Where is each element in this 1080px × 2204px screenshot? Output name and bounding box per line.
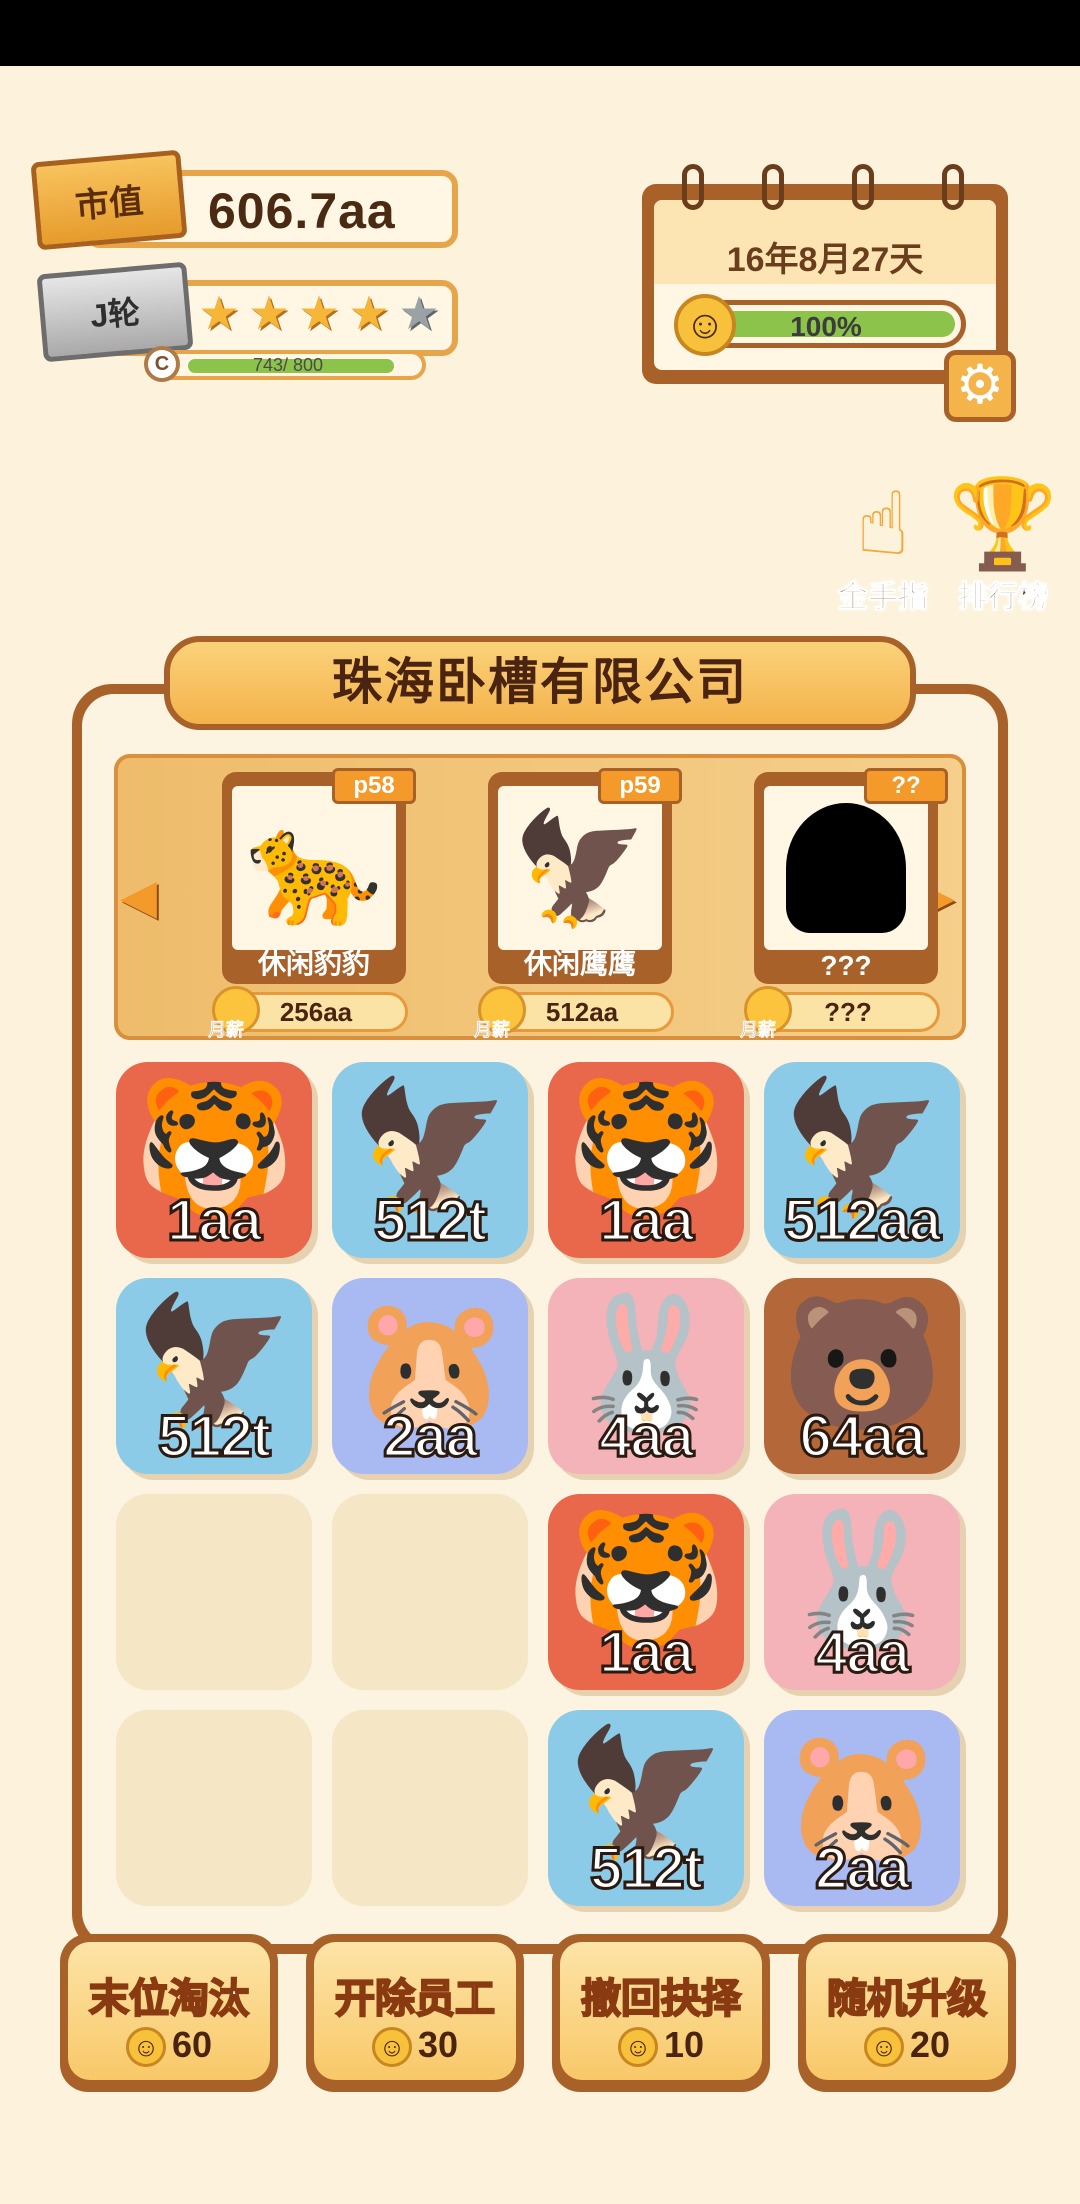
employee-tile[interactable]: 🐯 1aa [116,1062,312,1258]
employee-tile[interactable]: 🐯 1aa [548,1062,744,1258]
empty-slot[interactable] [116,1494,312,1690]
action-button[interactable]: 末位淘汰 ☺ 60 [60,1934,278,2092]
salary-label: 月薪 [208,1020,245,1041]
employee-card-name: ??? [820,950,872,981]
action-button-label: 末位淘汰 [88,1976,250,2022]
employee-tile-value: 1aa [598,1619,696,1687]
calendar-ring-icon [852,164,874,210]
leaderboard-label: 排行榜 [958,581,1049,615]
empty-slot[interactable] [332,1710,528,1906]
employee-tile[interactable]: 🦅 512t [116,1278,312,1474]
star-filled-icon: ★ [298,287,340,339]
employee-card-tag: p59 [598,768,682,804]
smile-face-icon: ☺ [674,294,736,356]
star-filled-icon: ★ [248,287,290,339]
action-button[interactable]: 随机升级 ☺ 20 [798,1934,1016,2092]
market-value: 606.7aa [208,183,396,239]
employee-tile[interactable]: 🐻 64aa [764,1278,960,1474]
employee-tile-value: 512t [372,1187,488,1255]
employee-card-tag: p58 [332,768,416,804]
salary-label: 月薪 [474,1020,511,1041]
empty-slot[interactable] [332,1494,528,1690]
empty-slot[interactable] [116,1710,312,1906]
employee-card-tag: ?? [864,768,948,804]
smile-face-icon: ☺ [863,2027,904,2068]
pointing-hand-icon: ☝ [856,474,910,573]
xp-text: 743/ 800 [252,355,324,375]
trophy-icon: 🏆 [948,474,1058,573]
employee-tile-value: 512t [156,1403,272,1471]
market-value-badge-label: 市值 [73,180,145,227]
employee-tile-value: 512aa [782,1187,942,1255]
action-button[interactable]: 撤回抉择 ☺ 10 [552,1934,770,2092]
action-button-label: 随机升级 [826,1976,988,2022]
calendar-ring-icon [762,164,784,210]
employee-tile[interactable]: 🐹 2aa [332,1278,528,1474]
golden-finger-button[interactable]: ☝ 金手指 [828,476,938,616]
star-filled-icon: ★ [198,287,240,339]
silhouette-icon [764,786,928,950]
employee-tile-value: 64aa [798,1403,927,1471]
calendar-ring-icon [682,164,704,210]
market-value-badge: 市值 [30,149,188,251]
star-filled-icon: ★ [348,287,390,339]
employee-tile[interactable]: 🐯 1aa [548,1494,744,1690]
employee-tile[interactable]: 🦅 512aa [764,1062,960,1258]
action-button-cost: ☺ 20 [806,2024,1008,2068]
action-button[interactable]: 开除员工 ☺ 30 [306,1934,524,2092]
employee-tile[interactable]: 🐹 2aa [764,1710,960,1906]
smile-face-icon: ☺ [125,2027,166,2068]
xp-coin-icon: C [144,346,180,382]
employee-tile-value: 4aa [814,1619,912,1687]
calendar-ring-icon [942,164,964,210]
round-badge-label: J轮 [88,293,142,335]
action-cost-value: 20 [909,2024,951,2065]
employee-tile[interactable]: 🦅 512t [548,1710,744,1906]
leaderboard-button[interactable]: 🏆 排行榜 [948,476,1058,616]
employee-tile[interactable]: 🐰 4aa [764,1494,960,1690]
employee-tile-value: 1aa [166,1187,264,1255]
company-title: 珠海卧槽有限公司 [164,636,916,730]
employee-tile-value: 1aa [598,1187,696,1255]
employee-tile-value: 2aa [382,1403,480,1471]
star-empty-icon: ★ [398,287,440,339]
settings-gear-icon[interactable]: ⚙ [944,350,1016,422]
action-button-cost: ☺ 60 [68,2024,270,2068]
action-cost-value: 30 [417,2024,459,2065]
calendar-date: 16年8月27天 [726,241,924,279]
employee-tile-value: 2aa [814,1835,912,1903]
leopard-icon: 🐆 [232,786,396,950]
salary-label: 月薪 [740,1020,777,1041]
employee-tile-value: 512t [588,1835,704,1903]
xp-bar: 743/ 800 [150,350,426,380]
employee-card-name: 休闲豹豹 [257,948,370,979]
eagle-icon: 🦅 [498,786,662,950]
employee-tile[interactable]: 🦅 512t [332,1062,528,1258]
carousel-left-arrow-icon[interactable]: ◀ [120,870,164,926]
smile-face-icon: ☺ [371,2027,412,2068]
employee-tile-value: 4aa [598,1403,696,1471]
action-button-label: 开除员工 [334,1976,496,2022]
action-cost-value: 10 [663,2024,705,2065]
action-button-cost: ☺ 30 [314,2024,516,2068]
smile-face-icon: ☺ [617,2027,658,2068]
employee-card-name: 休闲鹰鹰 [523,948,636,979]
action-button-label: 撤回抉择 [580,1976,742,2022]
golden-finger-label: 金手指 [838,581,929,615]
status-bar [0,0,1080,66]
action-cost-value: 60 [171,2024,213,2065]
action-button-cost: ☺ 10 [560,2024,762,2068]
star-rating: ★ ★ ★ ★ ★ [196,290,442,336]
employee-tile[interactable]: 🐰 4aa [548,1278,744,1474]
